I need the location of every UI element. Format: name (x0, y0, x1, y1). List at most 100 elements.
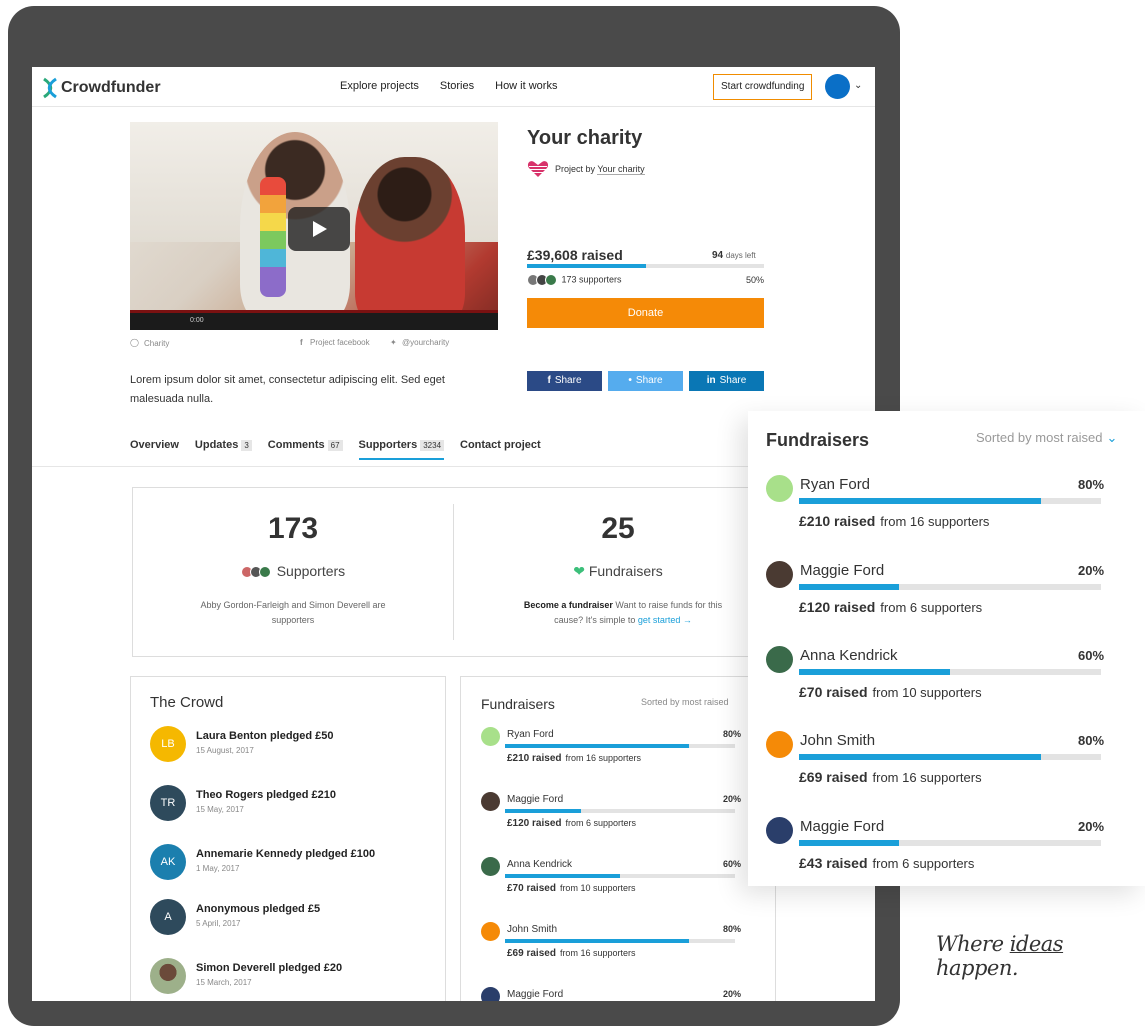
fundraiser-name[interactable]: Maggie Ford (507, 989, 563, 1000)
avatar: TR (150, 785, 186, 821)
fundraiser-name[interactable]: Maggie Ford (507, 794, 563, 805)
fundraiser-zoom-row[interactable]: Maggie Ford 20% £43 raised from 6 supporter… (766, 817, 1106, 887)
crowdfunder-logo[interactable]: Crowdfunder (41, 77, 161, 99)
fundraiser-row[interactable]: John Smith 80% £69 raised from 16 supporter… (481, 922, 741, 972)
fundraiser-progress-fill (799, 498, 1041, 504)
fundraiser-row[interactable]: Maggie Ford 20% £120 raised from 6 supporte… (481, 792, 741, 842)
share-label: Share (719, 375, 747, 386)
category-link[interactable]: Charity (144, 339, 169, 348)
crowd-pledge-text: Simon Deverell pledged £20 (196, 962, 343, 974)
fundraiser-avatar (766, 561, 793, 588)
fundraiser-avatar (766, 731, 793, 758)
tab-overview[interactable]: Overview (130, 439, 179, 460)
fundraiser-raised-amount: £120 raised (799, 599, 876, 615)
chevron-down-icon: ⌄ (1106, 430, 1118, 445)
facebook-share-button[interactable]: f Share (527, 371, 602, 391)
fundraiser-name[interactable]: John Smith (800, 732, 875, 749)
fundraiser-raised: £120 raised from 6 supporters (799, 599, 982, 615)
the-crowd-title: The Crowd (150, 694, 224, 711)
fundraiser-name[interactable]: Ryan Ford (800, 476, 870, 493)
sort-dropdown[interactable]: Sorted by most raised (641, 697, 729, 707)
nav-stories[interactable]: Stories (440, 80, 474, 92)
fundraiser-avatar (481, 792, 500, 811)
fundraisers-number: 25 (601, 512, 635, 545)
donate-button[interactable]: Donate (527, 298, 764, 328)
tagline: Where ideas happen. (936, 932, 1064, 980)
twitter-share-button[interactable]: • Share (608, 371, 683, 391)
fundraiser-zoom-row[interactable]: John Smith 80% £69 raised from 16 supporter… (766, 731, 1106, 801)
fundraiser-progress-bar (505, 874, 735, 878)
start-crowdfunding-button[interactable]: Start crowdfunding (713, 74, 813, 100)
tab-supporters[interactable]: Supporters 3234 (358, 439, 445, 460)
fundraiser-supporters: from 6 supporters (880, 600, 983, 615)
fundraiser-row[interactable]: Ryan Ford 80% £210 raised from 16 supporter… (481, 727, 741, 777)
video-controls[interactable]: 0:00 (130, 310, 498, 330)
fundraiser-avatar (766, 646, 793, 673)
fundraiser-raised-amount: £70 raised (799, 684, 868, 700)
fundraiser-raised: £43 raised from 6 supporters (799, 855, 974, 871)
fundraisers-panel: Fundraisers Sorted by most raised Ryan F… (460, 676, 776, 1001)
nav-links: Explore projects Stories How it works (340, 80, 557, 92)
project-owner-link[interactable]: Your charity (597, 164, 645, 175)
supporters-count[interactable]: 173 supporters (562, 274, 622, 284)
video-progress-bar[interactable] (130, 310, 498, 313)
facebook-link[interactable]: Project facebook (310, 338, 370, 347)
fundraiser-row[interactable]: Anna Kendrick 60% £70 raised from 10 suppor… (481, 857, 741, 907)
fundraiser-zoom-row[interactable]: Anna Kendrick 60% £70 raised from 10 suppor… (766, 646, 1106, 716)
supporters-label: Supporters (133, 563, 453, 579)
fundraiser-progress-bar (799, 498, 1101, 504)
linkedin-share-button[interactable]: in Share (689, 371, 764, 391)
crowd-pledge-date: 15 March, 2017 (196, 978, 252, 987)
chevron-down-icon[interactable]: ⌄ (854, 80, 862, 91)
tab-label: Contact project (460, 439, 541, 451)
funding-progress-bar (527, 264, 764, 268)
get-started-link[interactable]: get started → (638, 615, 692, 625)
fundraisers-zoom-title: Fundraisers (766, 430, 870, 450)
fundraiser-percent: 60% (1078, 648, 1105, 663)
days-left-label: days left (725, 251, 756, 260)
play-icon[interactable] (288, 207, 350, 251)
fundraiser-zoom-row[interactable]: Maggie Ford 20% £120 raised from 6 supporte… (766, 561, 1106, 631)
fundraisers-zoom-card: Fundraisers Sorted by most raised ⌄ Ryan … (748, 411, 1145, 886)
fundraiser-name[interactable]: John Smith (507, 924, 557, 935)
nav-how-it-works[interactable]: How it works (495, 80, 557, 92)
user-avatar[interactable] (825, 74, 850, 99)
fundraiser-row[interactable]: Maggie Ford20%£43 raisedfrom 6 supporter… (481, 987, 741, 1001)
fundraiser-supporters: from 6 supporters (872, 856, 975, 871)
facebook-icon: f (300, 338, 303, 347)
fundraisers-title: Fundraisers (481, 696, 555, 712)
fundraiser-progress-fill (505, 809, 581, 813)
project-video[interactable]: 0:00 (130, 122, 498, 330)
fundraiser-percent: 20% (722, 989, 741, 999)
linkedin-icon: in (706, 375, 716, 386)
supporter-avatars (240, 566, 271, 579)
fundraiser-name[interactable]: Maggie Ford (800, 562, 884, 579)
fundraiser-name[interactable]: Maggie Ford (800, 818, 884, 835)
fundraiser-name[interactable]: Ryan Ford (507, 729, 554, 740)
tab-contact-project[interactable]: Contact project (460, 439, 541, 460)
fundraiser-avatar (766, 475, 793, 502)
sort-dropdown-zoom[interactable]: Sorted by most raised ⌄ (976, 430, 1117, 446)
tab-updates[interactable]: Updates 3 (195, 439, 252, 460)
fundraiser-raised: £69 raised from 16 supporters (799, 769, 982, 785)
crowd-pledge-text: Laura Benton pledged £50 (196, 730, 334, 742)
supporters-number: 173 (267, 512, 319, 545)
fundraiser-raised: £210 raised from 16 supporters (507, 753, 641, 764)
days-left: 94 days left (712, 250, 756, 261)
tab-comments[interactable]: Comments 67 (268, 439, 343, 460)
fundraiser-raised: £120 raised from 6 supporters (507, 818, 636, 829)
fundraisers-label: ❤ Fundraisers (573, 563, 663, 579)
tab-label: Comments (267, 439, 325, 451)
crowd-pledge-date: 5 April, 2017 (196, 919, 241, 928)
avatar: A (150, 899, 186, 935)
nav-explore-projects[interactable]: Explore projects (340, 80, 419, 92)
share-buttons: f Share • Share in Share (527, 371, 764, 391)
fundraiser-zoom-row[interactable]: Ryan Ford 80% £210 raised from 16 supporter… (766, 475, 1106, 545)
video-frame-toy-tower (260, 177, 286, 297)
fundraiser-name[interactable]: Anna Kendrick (800, 647, 898, 664)
crowdfunder-logo-icon (43, 77, 57, 99)
twitter-link[interactable]: @yourcharity (402, 338, 449, 347)
fundraiser-progress-fill (505, 744, 689, 748)
fundraiser-name[interactable]: Anna Kendrick (507, 859, 572, 870)
fundraiser-raised-amount: £210 raised (799, 513, 876, 529)
